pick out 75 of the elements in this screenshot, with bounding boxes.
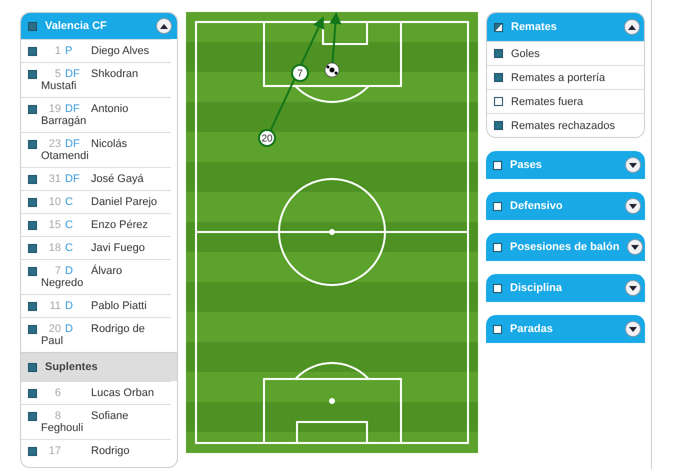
player-entry: 5 DF Shkodran Mustafi (41, 68, 140, 92)
checkbox[interactable] (28, 244, 37, 253)
player-entry: 10 C Daniel Parejo (48, 196, 158, 208)
checkbox[interactable] (493, 284, 502, 292)
caret-down-icon (629, 286, 637, 290)
expand-button[interactable] (625, 321, 641, 337)
section-title: Paradas (510, 323, 553, 335)
checkbox[interactable] (28, 22, 37, 30)
caret-down-icon (629, 162, 637, 168)
section-title: Pases (510, 159, 542, 171)
player-entry: 15 C Enzo Pérez (48, 219, 149, 231)
checkbox[interactable] (493, 202, 502, 210)
section-title: Posesiones de balón (510, 241, 620, 253)
collapse-button[interactable] (156, 18, 172, 34)
checkbox[interactable] (493, 242, 502, 252)
team-name: Valencia CF (45, 20, 107, 32)
player-entry: 11 D Pablo Piatti (48, 300, 148, 312)
section-header[interactable]: Paradas (486, 315, 645, 343)
filter-label: Remates rechazados (511, 120, 615, 132)
checkbox[interactable] (28, 362, 37, 372)
checkbox[interactable] (28, 47, 37, 56)
checkbox[interactable] (28, 325, 37, 334)
section-title: Defensivo (510, 200, 563, 212)
checkbox[interactable] (28, 105, 37, 114)
expand-button[interactable] (627, 239, 644, 255)
checkbox[interactable] (493, 160, 502, 170)
expand-button[interactable] (625, 280, 641, 296)
checkbox[interactable] (494, 73, 503, 82)
caret-down-icon (631, 244, 640, 250)
checkbox[interactable] (494, 97, 503, 106)
checkbox[interactable] (494, 49, 503, 58)
section-title: Remates (511, 21, 557, 33)
checkbox[interactable] (28, 70, 37, 79)
player-entry: 7 D Álvaro Negredo (41, 265, 124, 289)
checkbox[interactable] (28, 447, 37, 456)
checkbox[interactable] (28, 198, 37, 207)
filter-label: Remates a portería (511, 72, 606, 84)
player-marker: 7 (291, 64, 309, 82)
section-header[interactable]: Pases (486, 151, 645, 179)
caret-up-icon (628, 24, 636, 30)
section-header[interactable]: Posesiones de balón (486, 233, 645, 261)
checkbox[interactable] (28, 412, 37, 421)
checkbox[interactable] (28, 140, 37, 149)
expand-button[interactable] (625, 157, 641, 173)
checkbox[interactable] (28, 175, 37, 184)
checkbox[interactable] (28, 221, 37, 230)
ball-icon (324, 62, 340, 78)
checkbox[interactable] (493, 324, 502, 334)
checkbox[interactable] (494, 121, 503, 130)
section-title: Disciplina (510, 282, 562, 294)
checkbox[interactable] (28, 302, 37, 311)
filter-label: Remates fuera (511, 96, 584, 108)
player-entry: 6 Lucas Orban (54, 387, 155, 399)
section-header[interactable]: Remates (487, 13, 644, 41)
player-entry: 18 C Javi Fuego (48, 242, 146, 254)
subs-label: Suplentes (45, 361, 98, 373)
player-entry: 23 DF Nicolás Otamendi (41, 138, 128, 162)
checkbox[interactable] (28, 267, 37, 276)
player-marker: 20 (258, 129, 276, 147)
section-header[interactable]: Defensivo (486, 192, 645, 220)
section-header[interactable]: Disciplina (486, 274, 645, 302)
caret-down-icon (629, 326, 637, 332)
caret-down-icon (629, 204, 637, 208)
player-entry: 31 DF José Gayá (48, 173, 145, 185)
filter-label: Goles (511, 48, 540, 60)
player-entry: 17 Rodrigo (48, 445, 131, 457)
caret-up-icon (160, 24, 168, 28)
player-entry: 8 Sofiane Feghouli (41, 410, 130, 434)
checkbox[interactable] (494, 22, 503, 32)
checkbox[interactable] (28, 389, 37, 398)
expand-button[interactable] (625, 198, 641, 214)
player-entry: 19 DF Antonio Barragán (41, 103, 130, 127)
collapse-button[interactable] (624, 19, 640, 35)
player-entry: 1 P Diego Alves (54, 45, 150, 57)
player-entry: 20 D Rodrigo de Paul (41, 323, 146, 347)
